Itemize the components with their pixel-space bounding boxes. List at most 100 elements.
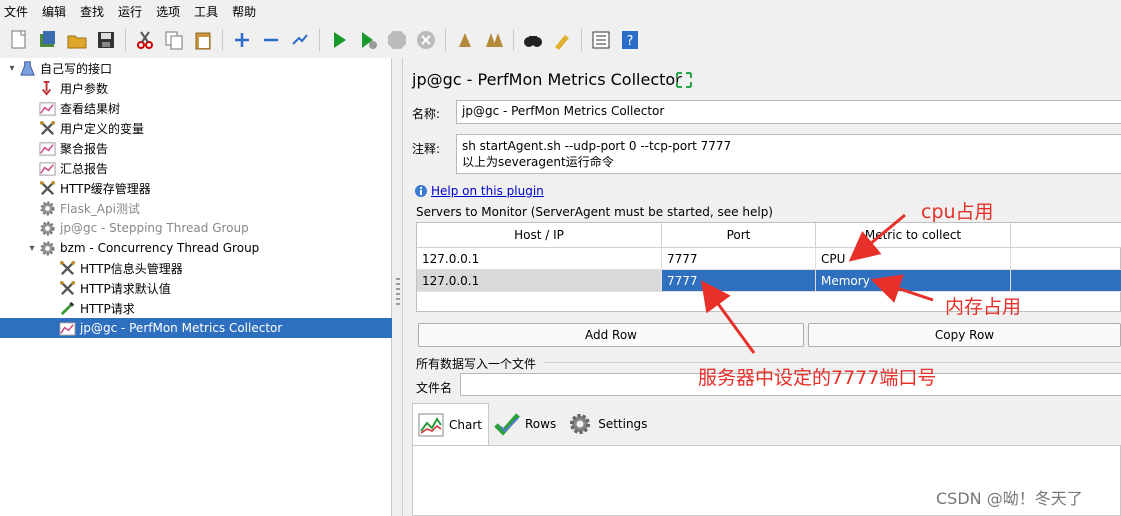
tree-item[interactable]: 汇总报告 <box>0 158 392 178</box>
tree-item-label: jp@gc - PerfMon Metrics Collector <box>80 321 283 335</box>
test-plan-icon <box>18 59 36 77</box>
function-helper-icon[interactable] <box>588 27 614 53</box>
tree-item-label: HTTP请求默认值 <box>80 281 171 296</box>
tree-toggle-icon[interactable]: ▾ <box>26 242 38 254</box>
menu-item[interactable]: 运行 <box>118 3 150 20</box>
menu-item[interactable]: 编辑 <box>42 3 74 20</box>
menu-bar: 文件 编辑 查找 运行 选项 工具 帮助 <box>0 0 1121 22</box>
metric-cell[interactable]: Memory <box>816 270 1011 292</box>
tree-item-label: Flask_Api测试 <box>60 201 140 216</box>
tab-chart[interactable]: Chart <box>412 403 489 445</box>
tree-item[interactable]: 查看结果树 <box>0 98 392 118</box>
menu-item[interactable]: 文件 <box>4 3 36 20</box>
new-icon[interactable] <box>6 27 32 53</box>
tree-toggle-icon <box>46 282 58 294</box>
cpu-annotation: cpu占用 <box>921 201 994 223</box>
toolbar-separator <box>581 29 582 51</box>
tree-item[interactable]: ▾ bzm - Concurrency Thread Group <box>0 238 392 258</box>
shutdown-icon[interactable] <box>413 27 439 53</box>
copy-icon[interactable] <box>161 27 187 53</box>
tree-item-label: 用户定义的变量 <box>60 121 145 136</box>
tree-toggle-icon[interactable]: ▾ <box>6 62 18 74</box>
port-cell[interactable]: 7777 <box>662 270 816 292</box>
paste-icon[interactable] <box>190 27 216 53</box>
port-cell[interactable]: 7777 <box>662 248 816 270</box>
port-annotation: 服务器中设定的7777端口号 <box>698 367 937 389</box>
thread-group-gear-icon <box>38 239 56 257</box>
tree-toggle-icon <box>26 222 38 234</box>
sampler-pipette-icon <box>58 299 76 317</box>
metric-cell[interactable]: CPU <box>816 248 1011 270</box>
toggle-icon[interactable] <box>287 27 313 53</box>
clear-all-icon[interactable] <box>481 27 507 53</box>
tree-toggle-icon <box>46 262 58 274</box>
tree-item-label: bzm - Concurrency Thread Group <box>60 241 260 255</box>
menu-item[interactable]: 查找 <box>80 3 112 20</box>
column-header-port[interactable]: Port <box>662 223 816 248</box>
tree-item[interactable]: HTTP信息头管理器 <box>0 258 392 278</box>
reset-search-icon[interactable] <box>549 27 575 53</box>
open-icon[interactable] <box>64 27 90 53</box>
servers-section-title: Servers to Monitor (ServerAgent must be … <box>416 205 773 219</box>
tree-toggle-icon <box>26 82 38 94</box>
tree-item-label: 自己写的接口 <box>40 61 113 76</box>
stop-icon[interactable] <box>384 27 410 53</box>
collapse-icon[interactable] <box>258 27 284 53</box>
help-link[interactable]: Help on this plugin <box>431 184 544 198</box>
tree-item[interactable]: jp@gc - Stepping Thread Group <box>0 218 392 238</box>
add-row-button[interactable]: Add Row <box>418 323 804 347</box>
tree-item[interactable]: ▾ 自己写的接口 <box>0 58 392 78</box>
save-icon[interactable] <box>93 27 119 53</box>
file-section-title: 所有数据写入一个文件 <box>416 357 537 371</box>
test-plan-tree[interactable]: ▾ 自己写的接口用户参数查看结果树用户定义的变量聚合报告汇总报告 HTTP缓存管理器… <box>0 58 392 516</box>
copy-row-button[interactable]: Copy Row <box>808 323 1121 347</box>
host-cell[interactable]: 127.0.0.1 <box>417 270 662 292</box>
tab-rows[interactable]: Rows <box>489 403 562 445</box>
cut-icon[interactable] <box>132 27 158 53</box>
menu-item[interactable]: 帮助 <box>232 3 264 20</box>
search-icon[interactable] <box>520 27 546 53</box>
menu-item[interactable]: 工具 <box>194 3 226 20</box>
tab-label: Settings <box>598 417 648 431</box>
filename-label: 文件名 <box>416 381 453 395</box>
fullscreen-icon[interactable] <box>674 70 694 90</box>
tree-item[interactable]: HTTP请求 <box>0 298 392 318</box>
host-cell[interactable]: 127.0.0.1 <box>417 248 662 270</box>
tree-item-label: 查看结果树 <box>60 101 121 116</box>
table-row[interactable]: 127.0.0.1 7777 Memory <box>417 270 1121 292</box>
name-field[interactable]: jp@gc - PerfMon Metrics Collector <box>456 100 1121 124</box>
tab-label: Rows <box>524 417 557 431</box>
expand-icon[interactable] <box>229 27 255 53</box>
tree-item[interactable]: 用户参数 <box>0 78 392 98</box>
memory-annotation: 内存占用 <box>945 296 1022 318</box>
start-no-pause-icon[interactable] <box>355 27 381 53</box>
page-title: jp@gc - PerfMon Metrics Collector <box>412 70 682 89</box>
comment-field[interactable]: sh startAgent.sh --udp-port 0 --tcp-port… <box>456 134 1121 174</box>
tree-item[interactable]: jp@gc - PerfMon Metrics Collector <box>0 318 392 338</box>
toolbar: ? <box>0 24 1121 56</box>
clear-icon[interactable] <box>452 27 478 53</box>
tree-item-label: jp@gc - Stepping Thread Group <box>60 221 249 235</box>
tree-item[interactable]: 用户定义的变量 <box>0 118 392 138</box>
tab-settings[interactable]: Settings <box>562 403 653 445</box>
tree-item-label: 汇总报告 <box>60 161 109 176</box>
start-icon[interactable] <box>326 27 352 53</box>
split-pane-divider[interactable] <box>393 58 403 516</box>
thread-group-gear-icon <box>38 199 56 217</box>
toolbar-separator <box>125 29 126 51</box>
user-params-icon <box>38 79 56 97</box>
tree-toggle-icon <box>46 302 58 314</box>
column-header-host[interactable]: Host / IP <box>417 223 662 248</box>
spare-cell <box>1011 270 1121 292</box>
tree-item[interactable]: Flask_Api测试 <box>0 198 392 218</box>
menu-item[interactable]: 选项 <box>156 3 188 20</box>
tree-item[interactable]: HTTP缓存管理器 <box>0 178 392 198</box>
table-row[interactable]: 127.0.0.1 7777 CPU <box>417 248 1121 270</box>
column-header-metric[interactable]: Metric to collect <box>816 223 1011 248</box>
templates-icon[interactable] <box>35 27 61 53</box>
tree-item[interactable]: HTTP请求默认值 <box>0 278 392 298</box>
help-icon[interactable]: ? <box>617 27 643 53</box>
listener-icon <box>58 319 76 337</box>
tree-item[interactable]: 聚合报告 <box>0 138 392 158</box>
tree-toggle-icon <box>26 162 38 174</box>
